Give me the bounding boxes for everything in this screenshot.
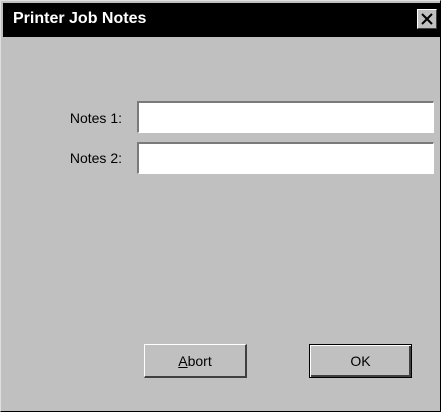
ok-button[interactable]: OK (309, 344, 412, 378)
notes-1-label: Notes 1: (69, 110, 122, 126)
window-title: Printer Job Notes (13, 10, 147, 27)
close-icon (421, 13, 433, 25)
notes-1-input[interactable] (137, 101, 434, 133)
printer-job-notes-dialog: Printer Job Notes Notes 1: Notes 2: Abor… (0, 0, 441, 412)
abort-mnemonic: A (178, 352, 188, 369)
notes-2-input[interactable] (137, 142, 434, 174)
title-bar[interactable]: Printer Job Notes (3, 3, 440, 37)
close-button[interactable] (417, 9, 437, 29)
abort-label-rest: bort (187, 352, 212, 369)
ok-label: OK (350, 353, 371, 369)
notes-2-label: Notes 2: (69, 150, 122, 166)
abort-button[interactable]: Abort (144, 344, 247, 378)
